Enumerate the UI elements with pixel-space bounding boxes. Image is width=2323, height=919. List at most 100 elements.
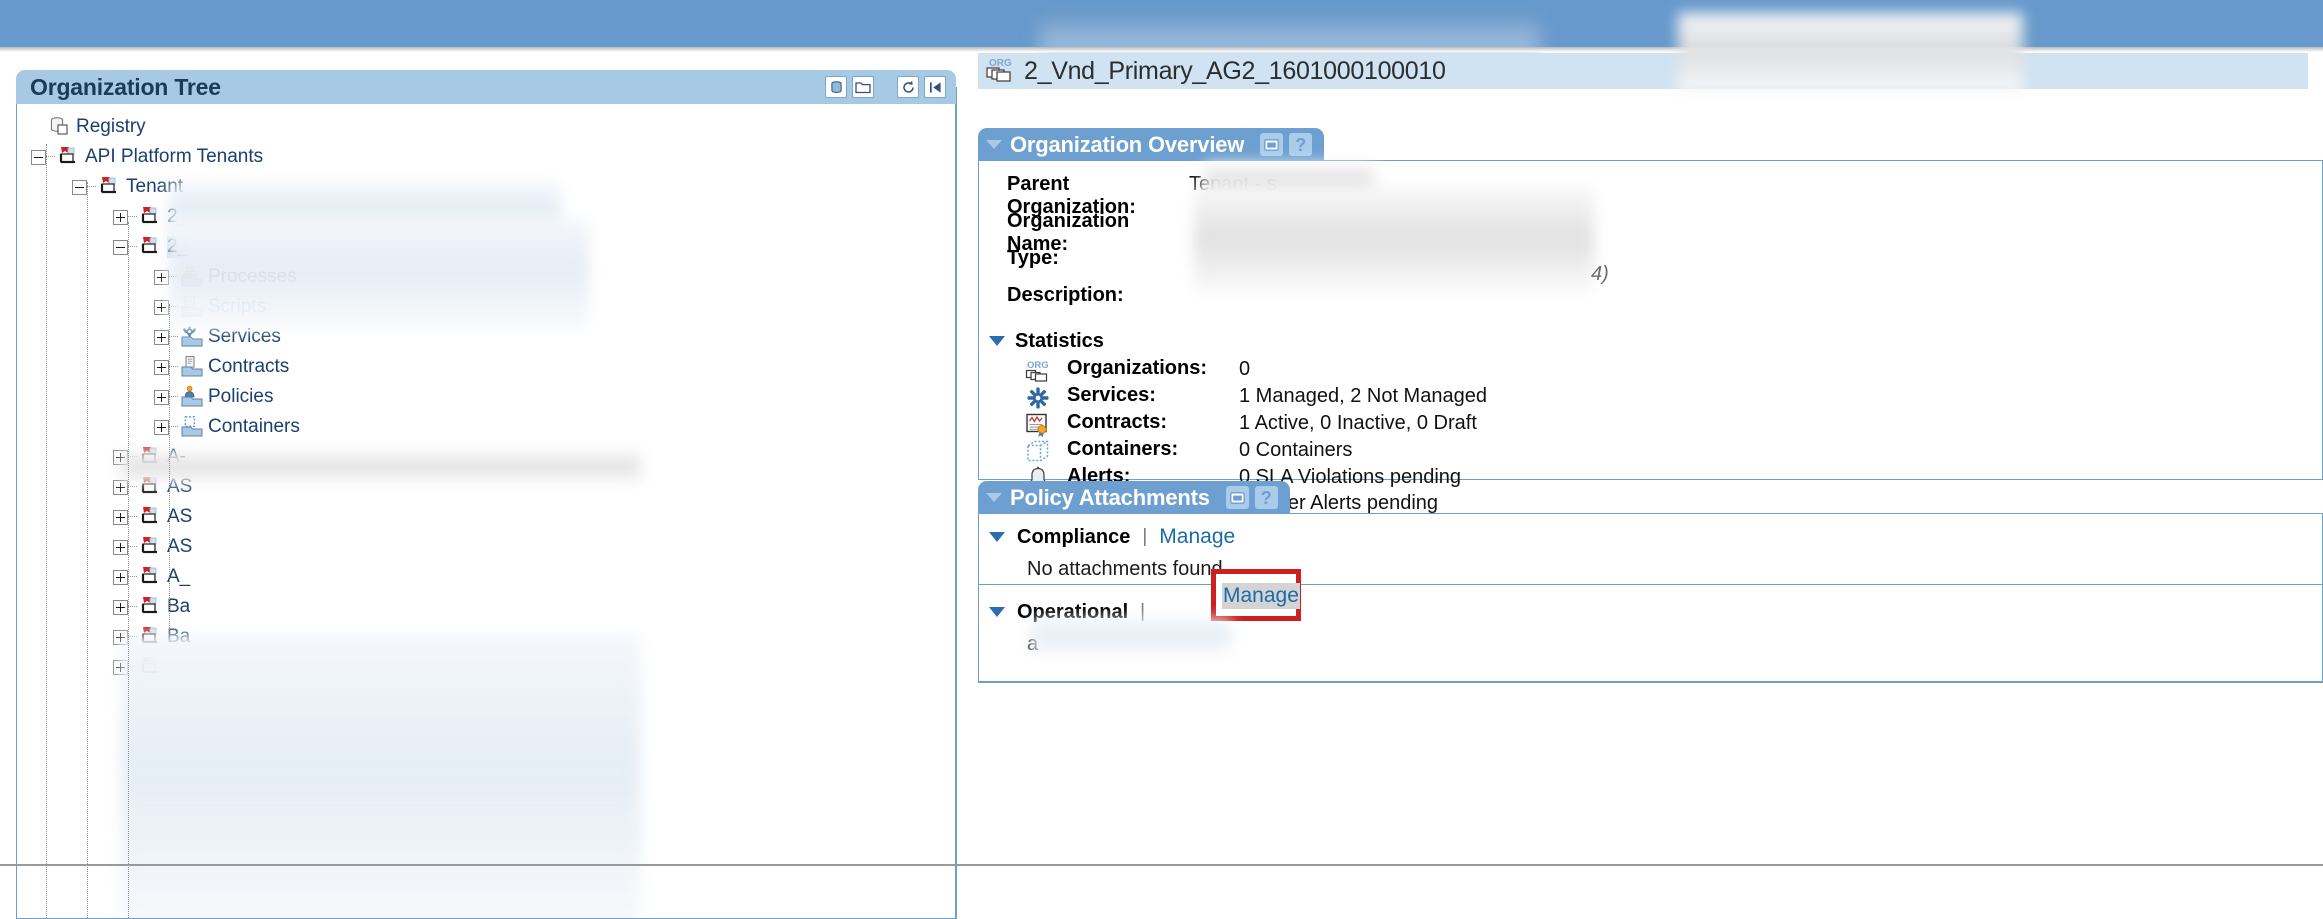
tree-node[interactable]: Ba <box>17 592 955 622</box>
org-icon <box>139 625 165 649</box>
tree-node-label[interactable]: Tenant <box>126 176 183 198</box>
tree-expand-icon[interactable] <box>113 540 128 555</box>
compliance-manage-link[interactable]: Manage <box>1159 525 1235 549</box>
org-icon <box>139 505 165 529</box>
tree-node[interactable]: API Platform Tenants <box>17 142 955 172</box>
collapse-caret-icon[interactable] <box>986 493 1002 502</box>
tree-node[interactable]: Ba <box>17 622 955 652</box>
help-icon[interactable]: ? <box>1255 486 1278 509</box>
tree-expand-icon[interactable] <box>113 510 128 525</box>
tree-node[interactable]: AS <box>17 502 955 532</box>
restore-icon[interactable] <box>1226 486 1249 509</box>
tree-node-label[interactable]: Processes <box>208 266 297 288</box>
containers-stat-icon <box>1023 438 1053 465</box>
tree-node-label[interactable]: AS <box>167 536 192 558</box>
tree-expand-icon[interactable] <box>113 660 128 675</box>
tree-node-label[interactable]: AS <box>167 476 192 498</box>
tree-connector <box>128 246 137 248</box>
banner-shadow <box>0 47 2323 52</box>
tree-collapse-icon[interactable] <box>31 150 46 165</box>
registry-icon[interactable] <box>825 76 847 98</box>
collapse-caret-icon[interactable] <box>986 140 1002 149</box>
statistics-collapse-caret-icon[interactable] <box>989 336 1005 346</box>
tree-node[interactable]: Processes <box>17 262 955 292</box>
policies-folder-icon <box>180 385 206 409</box>
org-icon <box>139 655 165 679</box>
tree-expand-icon[interactable] <box>154 270 169 285</box>
tree-node[interactable] <box>17 652 955 682</box>
processes-folder-icon <box>180 265 206 289</box>
org-icon <box>139 565 165 589</box>
organization-tree-panel: Organization Tree <box>16 70 956 919</box>
policy-attachments-body: Compliance | Manage No attachments found… <box>978 513 2323 683</box>
tree-node[interactable]: A_ <box>17 562 955 592</box>
tree-expand-icon[interactable] <box>154 390 169 405</box>
collapse-all-icon[interactable] <box>924 76 946 98</box>
tree-expand-icon[interactable] <box>113 480 128 495</box>
tree-connector <box>169 366 178 368</box>
tree-node[interactable]: Scripts <box>17 292 955 322</box>
policy-group-compliance: Compliance | Manage No attachments found <box>979 514 2322 584</box>
tree-collapse-icon[interactable] <box>113 240 128 255</box>
organization-tree-body[interactable]: Registry API Platform Tenants Tenant 2_ 2_ Pr… <box>16 104 956 919</box>
statistic-label: Contracts: <box>1053 411 1239 434</box>
overview-field-row: Type: <box>979 247 2322 284</box>
policy-attachments-portlet: Policy Attachments ? <box>978 481 2323 683</box>
tree-node-label[interactable]: 2_ <box>167 236 188 258</box>
statistic-label: Services: <box>1053 384 1239 407</box>
policy-attachments-title: Policy Attachments <box>1010 485 1210 511</box>
tree-node-label[interactable]: Containers <box>208 416 300 438</box>
tree-node[interactable]: AS <box>17 532 955 562</box>
tree-expand-icon[interactable] <box>154 330 169 345</box>
operational-attachment-item[interactable]: a <box>979 629 2322 659</box>
tree-expand-icon[interactable] <box>113 600 128 615</box>
tree-node[interactable]: 2_ <box>17 202 955 232</box>
tree-node[interactable]: Services <box>17 322 955 352</box>
tree-node-label[interactable]: Policies <box>208 386 273 408</box>
tree-collapse-icon[interactable] <box>72 180 87 195</box>
organization-title-bar: ORG 2_Vnd_Primary_AG2_1601000100010 <box>978 53 2308 89</box>
help-icon[interactable]: ? <box>1289 133 1312 156</box>
app-banner <box>0 0 2323 48</box>
tree-expand-icon[interactable] <box>113 450 128 465</box>
org-icon <box>139 205 165 229</box>
tree-node-label[interactable]: Ba <box>167 626 190 648</box>
operational-manage-link[interactable]: Manage <box>1222 583 1300 609</box>
tree-node[interactable]: Policies <box>17 382 955 412</box>
folder-icon[interactable] <box>852 76 874 98</box>
tree-node[interactable]: Containers <box>17 412 955 442</box>
tree-node[interactable]: Registry <box>17 112 955 142</box>
compliance-collapse-caret-icon[interactable] <box>989 532 1005 542</box>
operational-collapse-caret-icon[interactable] <box>989 607 1005 617</box>
tree-node-label[interactable]: API Platform Tenants <box>85 146 263 168</box>
tree-node-label[interactable]: 2_ <box>167 206 188 228</box>
tree-node-label[interactable]: Scripts <box>208 296 266 318</box>
tree-node-label[interactable]: Services <box>208 326 281 348</box>
tree-connector <box>128 666 137 668</box>
statistic-value: 1 Active, 0 Inactive, 0 Draft <box>1239 411 1477 437</box>
restore-icon[interactable] <box>1260 133 1283 156</box>
tree-expand-icon[interactable] <box>154 420 169 435</box>
tree-node[interactable]: A- <box>17 442 955 472</box>
refresh-icon[interactable] <box>897 76 919 98</box>
tree-connector <box>128 456 137 458</box>
organization-tree-toolbar <box>825 70 946 104</box>
tree-node-label[interactable]: Contracts <box>208 356 289 378</box>
tree-expand-icon[interactable] <box>154 360 169 375</box>
tree-expand-icon[interactable] <box>113 570 128 585</box>
tree-connector <box>169 396 178 398</box>
tree-node-label[interactable]: AS <box>167 506 192 528</box>
tree-guide-line <box>169 304 170 634</box>
tree-node-label[interactable]: Registry <box>76 116 146 138</box>
tree-expand-icon[interactable] <box>113 630 128 645</box>
overview-field-row: Description: <box>979 284 2322 321</box>
tree-node[interactable]: 2_ <box>17 232 955 262</box>
tree-node[interactable]: AS <box>17 472 955 502</box>
tree-node-label[interactable]: Ba <box>167 596 190 618</box>
tree-node-label[interactable]: A_ <box>167 566 190 588</box>
contracts-stat-icon <box>1023 411 1053 438</box>
tree-node[interactable]: Tenant <box>17 172 955 202</box>
tree-expand-icon[interactable] <box>154 300 169 315</box>
tree-node[interactable]: Contracts <box>17 352 955 382</box>
tree-expand-icon[interactable] <box>113 210 128 225</box>
